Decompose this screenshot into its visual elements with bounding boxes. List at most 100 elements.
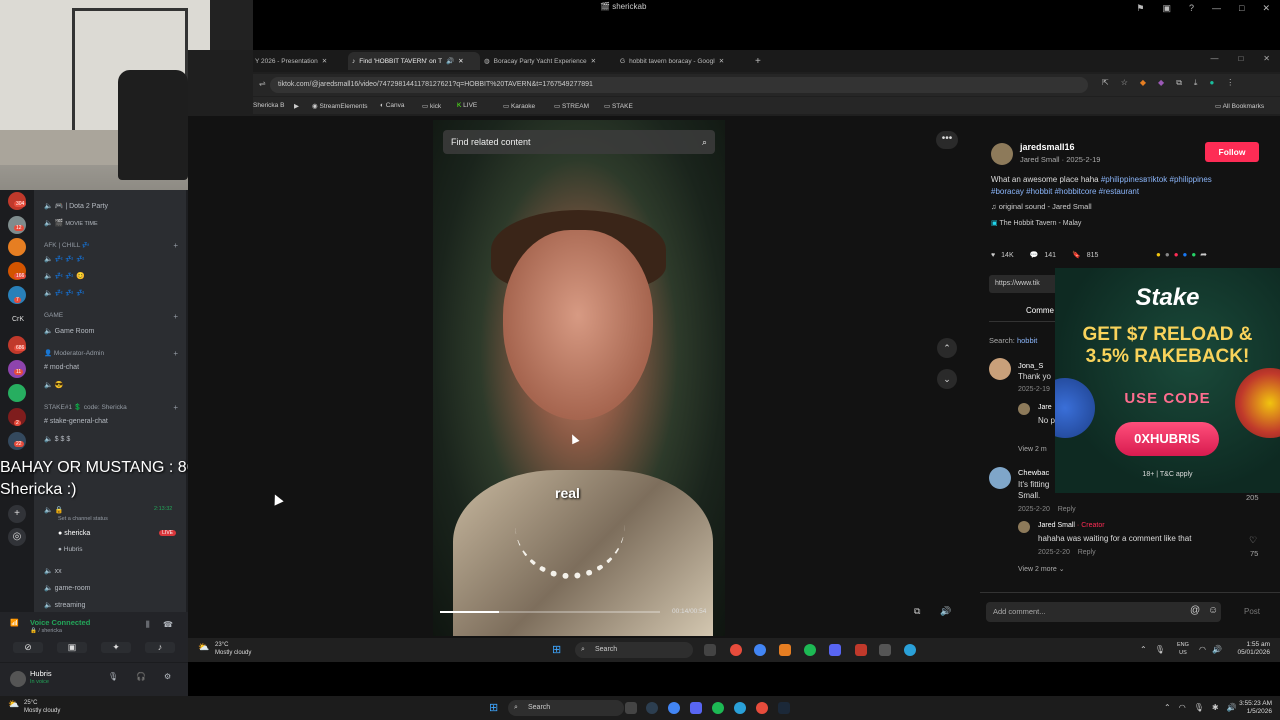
star-icon[interactable]: ☆ [1121,78,1128,88]
bookmark[interactable]: ◉ StreamElements [312,102,368,110]
bookmark-icon[interactable]: 🔖 [1072,251,1081,259]
microphone-icon[interactable]: 🎙 [1155,645,1165,654]
add-channel-icon[interactable]: + [173,403,178,412]
extension-icon[interactable]: ◆ [1140,78,1146,88]
server-icon[interactable] [8,238,26,256]
new-tab-button[interactable]: + [755,52,761,70]
mention-icon[interactable]: @ [1190,605,1200,616]
post-username[interactable]: jaredsmall16 [1020,142,1075,152]
voice-channel-xx[interactable]: 🔈 xx [44,567,62,575]
pip-icon[interactable]: ⧉ [914,606,920,617]
reply-user[interactable]: Jared Small · Creator [1038,522,1105,529]
more-options-icon[interactable]: ••• [936,131,958,149]
headphones-icon[interactable]: 🎧 [136,672,146,681]
telegram-icon[interactable] [904,644,916,656]
embed-icon[interactable]: ● [1165,250,1170,259]
all-bookmarks[interactable]: ▭ All Bookmarks [1215,102,1264,110]
server-icon[interactable] [8,384,26,402]
bookmark[interactable]: K LIVE [457,102,477,109]
close-button[interactable]: ✕ [1262,3,1270,14]
close-tab-icon[interactable]: ✕ [719,57,724,65]
tab-google[interactable]: Ghobbit tavern boracay - Googl ✕ [620,52,746,70]
text-channel-stake-chat[interactable]: # stake-general-chat [44,418,108,425]
tab-boracay[interactable]: ◍ Boracay Party Yacht Experience ✕ [484,52,614,70]
tab-tiktok[interactable]: ♪ Find 'HOBBIT TAVERN' on T 🔊 ✕ [348,52,480,70]
telegram-icon[interactable] [734,702,746,714]
download-icon[interactable]: ⤓ [1194,78,1198,88]
bookmark-folder[interactable]: ▭ Karaoke [503,102,535,110]
category-game[interactable]: GAME [44,312,63,319]
microphone-icon[interactable]: 🎙 [1194,703,1204,712]
post-comment-button[interactable]: Post [1244,607,1260,616]
volume-icon[interactable]: 🔊 [940,606,951,617]
maximize-button[interactable]: □ [1239,3,1244,14]
close-tab-icon[interactable]: ✕ [458,57,463,65]
share-icon[interactable]: ● [1156,250,1161,259]
screen-share-button[interactable]: ▣ [57,642,87,653]
bookmark[interactable]: ◐ Canva [380,102,405,109]
menu-icon[interactable]: ⋮ [1226,78,1234,88]
app-icon[interactable] [730,644,742,656]
find-related-search[interactable]: Find related content ⌕ [443,130,715,154]
bookmark[interactable]: Shericka B [253,102,284,109]
taskbar-search[interactable]: ⌕ Search [508,700,624,716]
install-icon[interactable]: ⇱ [1102,78,1109,88]
comment-user[interactable]: Chewbac [1018,468,1049,477]
add-server-icon[interactable]: + [8,505,26,523]
extensions-icon[interactable]: ⧉ [1176,78,1182,88]
facebook-icon[interactable]: ● [1183,250,1188,259]
voice-channel[interactable]: 🔈 😎 [44,381,63,389]
add-comment-input[interactable]: Add comment... [986,602,1221,622]
bluetooth-icon[interactable]: ✱ [1212,703,1219,712]
voice-channel[interactable]: 🔈 $ $ $ [44,435,70,443]
heart-icon[interactable]: ♡ [1249,535,1257,546]
add-channel-icon[interactable]: + [173,349,178,358]
avatar[interactable] [989,467,1011,489]
close-tab-icon[interactable]: ✕ [591,57,596,65]
avatar[interactable] [989,358,1011,380]
minimize-button[interactable]: — [1210,54,1218,63]
voice-channel-active[interactable]: 🔈 🔒 [44,506,63,514]
help-icon[interactable]: ? [1189,3,1194,14]
follow-button[interactable]: Follow [1205,142,1259,162]
voice-user[interactable]: ● shericka LIVE [58,530,178,537]
chevron-up-icon[interactable]: ⌃ [1140,645,1147,654]
task-view-icon[interactable] [704,644,716,656]
app-icon[interactable] [646,702,658,714]
voice-channel-dota[interactable]: 🔈 🎮 | Dota 2 Party [44,202,108,210]
emoji-icon[interactable]: ☺ [1208,605,1218,616]
comment-user[interactable]: Jona_S [1018,361,1043,370]
chrome-icon[interactable] [754,644,766,656]
view-replies[interactable]: View 2 m [1018,446,1047,453]
username[interactable]: Hubris [30,669,52,678]
start-icon[interactable]: ⊞ [552,643,561,656]
view-more-replies[interactable]: View 2 more ⌄ [1018,565,1065,573]
bookmark[interactable]: ▭ kick [422,102,441,110]
camera-off-button[interactable]: ⊘ [13,642,43,653]
voice-channel-streaming[interactable]: 🔈 streaming [44,601,85,609]
chevron-down-icon[interactable]: ⌄ [937,369,957,389]
microphone-icon[interactable]: 🎙 [108,672,118,681]
close-tab-icon[interactable]: ✕ [322,57,327,65]
weather-icon[interactable]: ⛅ [8,699,19,710]
weather-widget[interactable]: 25°C Mostly cloudy [24,699,60,715]
bookmark-folder[interactable]: ▭ STREAM [554,102,589,110]
extension-icon[interactable]: ◆ [1158,78,1164,88]
voice-channel-movie[interactable]: 🔈 🎬 MOVIE TIME [44,219,98,227]
pin-icon[interactable]: ⚑ [1136,3,1144,14]
tab-presentation[interactable]: Y 2026 - Presentation ✕ [255,52,343,70]
site-info-icon[interactable]: ⇌ [259,79,266,88]
chevron-up-icon[interactable]: ⌃ [1164,703,1171,712]
disconnect-icon[interactable]: ☎ [163,620,173,629]
avatar[interactable] [1018,521,1030,533]
whatsapp-icon[interactable]: ● [1191,250,1196,259]
share-arrow-icon[interactable]: ➦ [1200,250,1207,259]
language-indicator[interactable]: ENG US [1177,641,1189,657]
voice-channel[interactable]: 🔈 💤 💤 💤 [44,289,85,297]
bookmark-folder[interactable]: ▭ STAKE [604,102,633,110]
voice-channel[interactable]: 🔈 💤 💤 😊 [44,272,85,280]
post-sound[interactable]: ♫ original sound - Jared Small [991,202,1092,211]
spotify-icon[interactable] [712,702,724,714]
channel-status[interactable]: Set a channel status [58,516,108,522]
explore-icon[interactable]: ◎ [8,528,26,546]
